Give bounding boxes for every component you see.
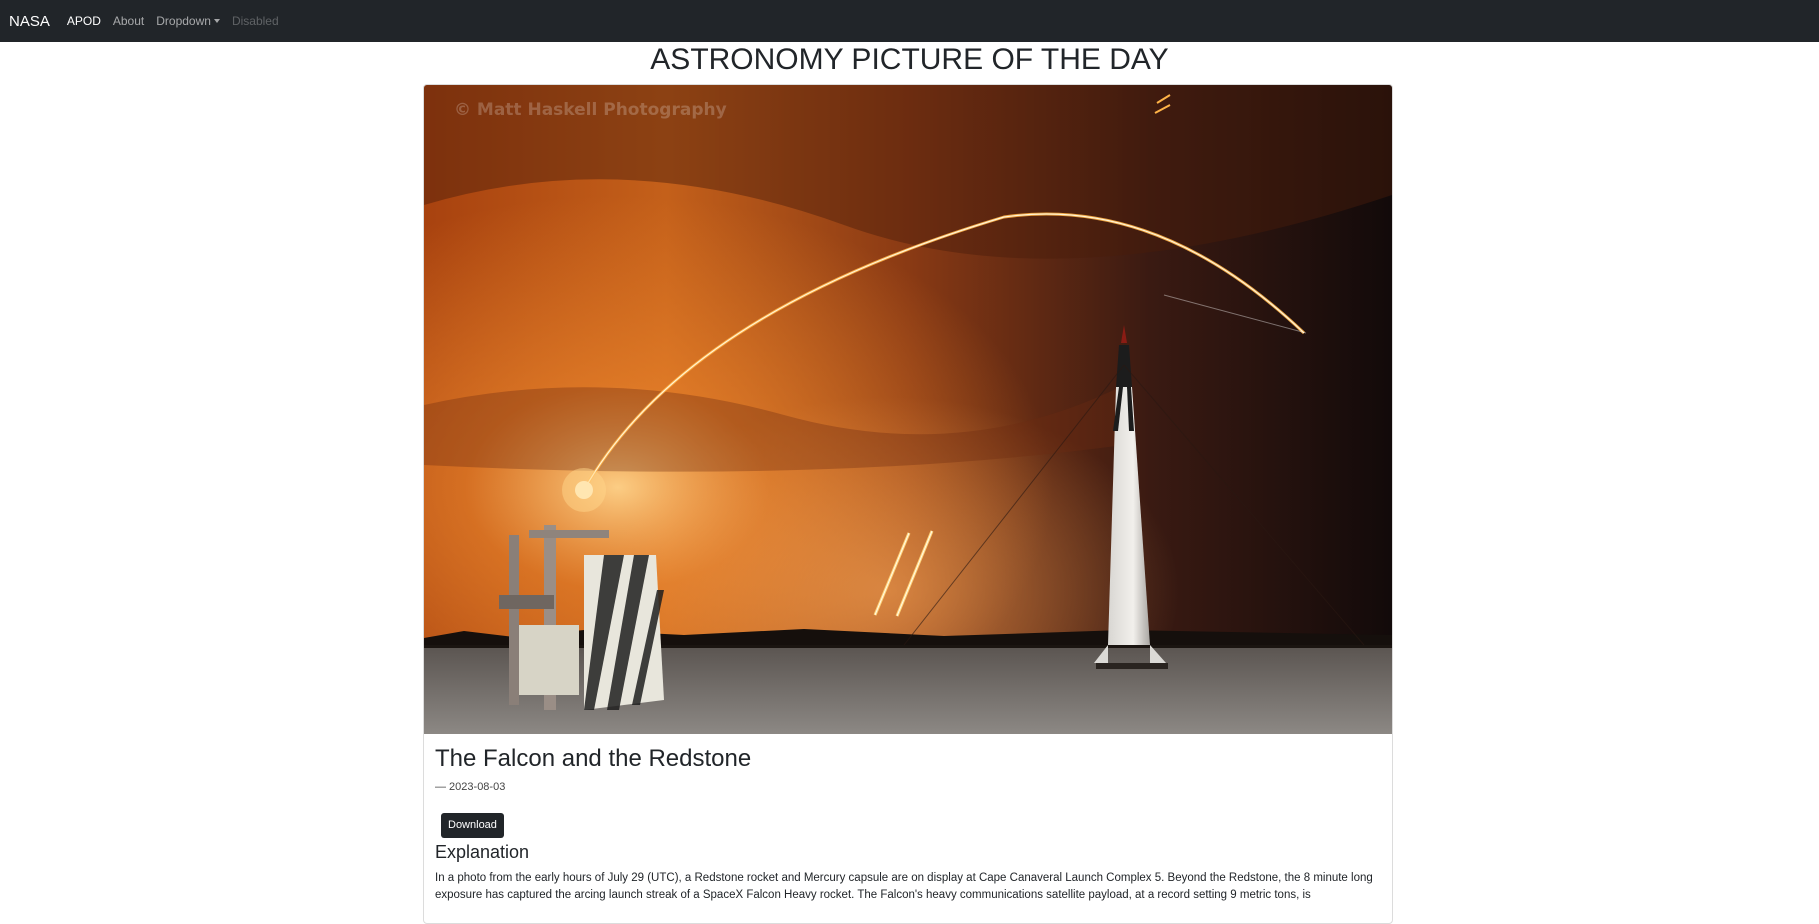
apod-card: © Matt Haskell Photography The Falcon an…	[423, 84, 1393, 924]
nav-dropdown-toggle[interactable]: Dropdown	[156, 14, 220, 28]
nav-link-disabled: Disabled	[231, 14, 279, 28]
nav-link-apod[interactable]: APOD	[67, 14, 101, 28]
photo-watermark: © Matt Haskell Photography	[454, 100, 727, 120]
brand-link[interactable]: NASA	[9, 13, 50, 30]
navbar: NASA APOD About Dropdown Disabled	[0, 0, 1819, 42]
apod-date: — 2023-08-03	[435, 781, 506, 793]
nav-link-about[interactable]: About	[113, 14, 144, 28]
download-button[interactable]: Download	[441, 813, 504, 838]
caret-down-icon	[213, 19, 220, 23]
nav-dropdown-label: Dropdown	[156, 14, 211, 28]
explanation-text: In a photo from the early hours of July …	[435, 872, 1373, 901]
apod-title: The Falcon and the Redstone	[435, 745, 752, 772]
apod-photo: © Matt Haskell Photography	[424, 85, 1392, 734]
explanation-heading: Explanation	[435, 842, 530, 862]
page-title: ASTRONOMY PICTURE OF THE DAY	[650, 43, 1169, 76]
